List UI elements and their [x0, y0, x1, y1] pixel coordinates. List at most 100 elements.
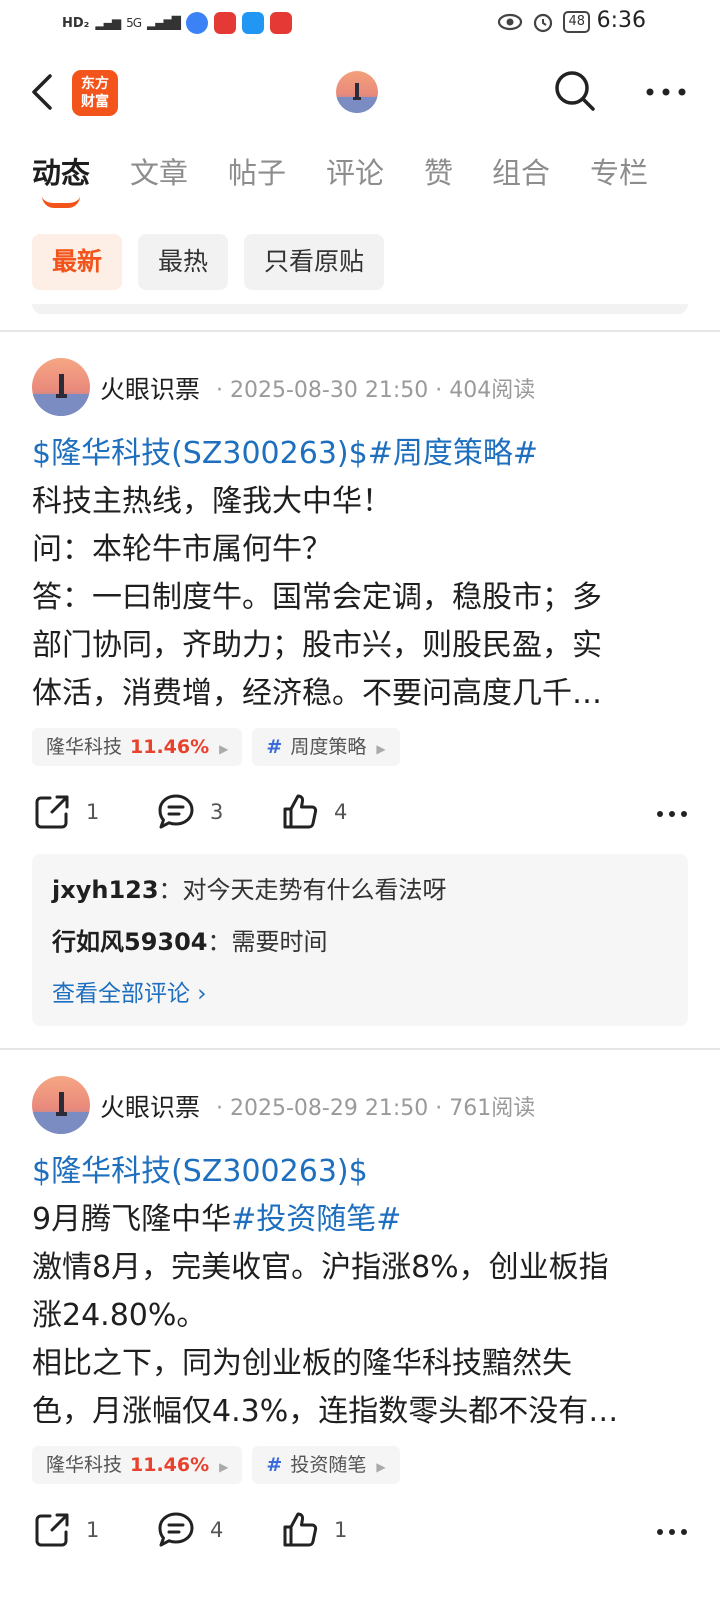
post-card[interactable]: 火眼识票 · 2025-08-29 21:50 · 761阅读 $隆华科技(SZ…	[0, 1076, 720, 1600]
lighthouse-sunset-image	[336, 71, 378, 113]
comment-user: 行如风59304	[52, 928, 208, 956]
app-logo[interactable]: 东方 财富	[72, 70, 118, 116]
like-button[interactable]: 4	[280, 792, 347, 832]
comment-item[interactable]: jxyh123：对今天走势有什么看法呀	[52, 870, 447, 905]
post-more-button[interactable]	[652, 1510, 692, 1554]
tab-portfolio[interactable]: 组合	[492, 150, 550, 192]
caret-right-icon: ▶	[219, 742, 229, 756]
notification-app-icon	[269, 12, 292, 34]
search-button[interactable]	[552, 68, 598, 114]
more-dots-icon	[646, 88, 686, 96]
tab-columns[interactable]: 专栏	[590, 150, 648, 192]
avatar[interactable]	[32, 1076, 90, 1134]
comment-icon	[158, 1512, 194, 1547]
signal-bars-icon: ▂▄▆█	[147, 16, 181, 30]
comment-preview[interactable]: jxyh123：对今天走势有什么看法呀 行如风59304：需要时间 查看全部评论…	[32, 854, 688, 1026]
thumbs-up-icon	[283, 1512, 318, 1547]
status-left-icons: HD₂ ▂▄▆ 5G ▂▄▆█	[62, 12, 292, 34]
notification-app-icon	[213, 12, 236, 34]
like-count: 4	[334, 800, 348, 824]
post-tags: 隆华科技 11.46% ▶ # 周度策略 ▶	[32, 728, 400, 766]
lighthouse-sunset-image	[32, 358, 90, 416]
post-line: 问：本轮牛市属何牛？	[32, 532, 332, 567]
post-more-button[interactable]	[652, 792, 692, 836]
post-content[interactable]: $隆华科技(SZ300263)$#周度策略# 科技主热线，隆我大中华！ 问：本轮…	[32, 430, 692, 718]
signal-icon: ▂▄▆	[95, 16, 121, 30]
filter-latest[interactable]: 最新	[32, 234, 123, 290]
tab-articles[interactable]: 文章	[130, 150, 188, 192]
post-line: 部门协同，齐助力；股市兴，则股民盈，实	[32, 628, 602, 663]
status-right-icons: 48	[497, 10, 590, 34]
chevron-left-icon	[32, 74, 52, 110]
topic-link[interactable]: #投资随笔#	[231, 1202, 401, 1237]
stock-tag[interactable]: 隆华科技 11.46% ▶	[32, 728, 243, 766]
share-icon	[35, 795, 69, 829]
share-count: 1	[86, 800, 100, 824]
sort-filters: 最新 最热 只看原贴	[32, 234, 385, 290]
comment-icon	[158, 794, 194, 829]
stock-name: 隆华科技	[46, 1454, 123, 1476]
divider	[0, 330, 720, 332]
filter-hottest[interactable]: 最热	[138, 234, 229, 290]
filter-original-only[interactable]: 只看原贴	[244, 234, 385, 290]
hashtag-icon: #	[266, 736, 283, 758]
top-nav: 东方 财富	[0, 60, 720, 124]
post-meta: · 2025-08-29 21:50 · 761阅读	[216, 1096, 536, 1121]
stock-topic-link[interactable]: $隆华科技(SZ300263)$#周度策略#	[32, 436, 538, 471]
clock: 6:36	[596, 8, 646, 33]
avatar[interactable]	[32, 358, 90, 416]
post-line: $隆华科技(SZ300263)$	[32, 1148, 692, 1196]
post-actions: 1 3 4	[32, 792, 692, 836]
alarm-icon	[534, 13, 553, 33]
more-button[interactable]	[644, 74, 688, 110]
author-name[interactable]: 火眼识票	[100, 370, 200, 406]
topic-tag[interactable]: # 周度策略 ▶	[252, 728, 400, 766]
divider	[0, 1048, 720, 1050]
caret-right-icon: ▶	[376, 742, 386, 756]
back-button[interactable]	[28, 70, 58, 114]
post-line: 科技主热线，隆我大中华！	[32, 484, 392, 519]
status-bar: HD₂ ▂▄▆ 5G ▂▄▆█ 48 6:36	[0, 0, 720, 48]
caret-right-icon: ▶	[376, 1460, 386, 1474]
avatar[interactable]	[336, 71, 378, 113]
stock-tag[interactable]: 隆华科技 11.46% ▶	[32, 1446, 243, 1484]
tab-posts[interactable]: 帖子	[228, 150, 286, 192]
view-all-comments-link[interactable]: 查看全部评论 ›	[52, 974, 207, 1008]
author-name[interactable]: 火眼识票	[100, 1088, 200, 1124]
notification-app-icon	[185, 12, 208, 34]
caret-right-icon: ▶	[219, 1460, 229, 1474]
eye-icon	[498, 13, 523, 31]
comment-count: 4	[210, 1518, 224, 1542]
topic-name: 周度策略	[290, 736, 367, 758]
post-tags: 隆华科技 11.46% ▶ # 投资随笔 ▶	[32, 1446, 400, 1484]
comment-item[interactable]: 行如风59304：需要时间	[52, 922, 328, 957]
tab-comments[interactable]: 评论	[326, 150, 384, 192]
post-card[interactable]: 火眼识票 · 2025-08-30 21:50 · 404阅读 $隆华科技(SZ…	[0, 358, 720, 1028]
search-icon	[555, 71, 595, 111]
battery-icon: 48	[563, 11, 590, 33]
post-meta: · 2025-08-30 21:50 · 404阅读	[216, 378, 536, 403]
post-text: 9月腾飞隆中华	[32, 1202, 232, 1237]
tab-likes[interactable]: 赞	[424, 150, 453, 192]
post-line: 色，月涨幅仅4.3%，连指数零头都不没有…	[32, 1394, 619, 1429]
stock-link[interactable]: $隆华科技(SZ300263)$	[32, 1154, 368, 1189]
share-button[interactable]: 1	[32, 792, 99, 832]
post-content[interactable]: $隆华科技(SZ300263)$ 9月腾飞隆中华#投资随笔# 激情8月，完美收官…	[32, 1148, 692, 1436]
like-button[interactable]: 1	[280, 1510, 347, 1550]
tab-dynamic[interactable]: 动态	[32, 150, 90, 192]
post-header: 火眼识票 · 2025-08-30 21:50 · 404阅读	[32, 358, 692, 418]
filter-panel-edge	[32, 304, 688, 314]
post-line: 9月腾飞隆中华#投资随笔#	[32, 1196, 692, 1244]
comment-button[interactable]: 3	[156, 792, 223, 832]
comment-button[interactable]: 4	[156, 1510, 223, 1550]
post-actions: 1 4 1	[32, 1510, 692, 1554]
logo-line: 财富	[81, 94, 109, 110]
topic-tag[interactable]: # 投资随笔 ▶	[252, 1446, 400, 1484]
post-line: 涨24.80%。	[32, 1298, 207, 1333]
share-button[interactable]: 1	[32, 1510, 99, 1550]
lighthouse-sunset-image	[32, 1076, 90, 1134]
like-count: 1	[334, 1518, 348, 1542]
cloud-icon	[241, 12, 264, 34]
more-dots-icon	[657, 811, 687, 817]
post-line: 相比之下，同为创业板的隆华科技黯然失	[32, 1346, 572, 1381]
